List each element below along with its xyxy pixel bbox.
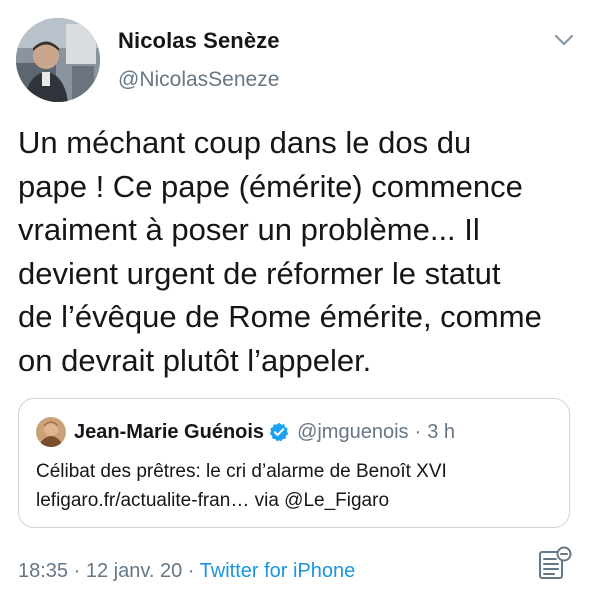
quoted-tweet[interactable]: Jean-Marie Guénois @jmguenois · 3 h Céli… [18, 398, 570, 528]
meta-separator: · [68, 560, 86, 582]
meta-separator: · [182, 560, 200, 582]
quoted-tweet-link-line: lefigaro.fr/actualite-fran… via @Le_Figa… [36, 486, 556, 515]
quoted-separator: · [414, 420, 422, 443]
author-name[interactable]: Nicolas Senèze [118, 28, 280, 54]
quoted-author-name: Jean-Marie Guénois [74, 420, 265, 443]
tweet-text: Un méchant coup dans le dos du pape ! Ce… [18, 125, 542, 378]
analytics-icon[interactable] [536, 546, 576, 582]
verified-badge-icon [269, 422, 289, 442]
quoted-author-avatar [36, 417, 66, 447]
quoted-tweet-text: Célibat des prêtres: le cri d’alarme de … [36, 457, 556, 515]
tweet-time: 18:35 [18, 560, 69, 582]
tweet-card: Nicolas Senèze @NicolasSeneze Un méchant… [0, 0, 591, 600]
author-handle[interactable]: @NicolasSeneze [118, 68, 279, 92]
tweet-date[interactable]: 12 janv. 20 [86, 560, 182, 582]
quoted-tweet-line: Célibat des prêtres: le cri d’alarme de … [36, 461, 447, 482]
quoted-author-handle: @jmguenois [297, 420, 409, 443]
quoted-tweet-via: via @Le_Figaro [249, 490, 390, 511]
chevron-down-icon[interactable] [553, 33, 575, 47]
tweet-source-link[interactable]: Twitter for iPhone [200, 560, 356, 582]
quoted-tweet-link[interactable]: lefigaro.fr/actualite-fran… [36, 490, 249, 511]
tweet-meta: 18:35 · 12 janv. 20 · Twitter for iPhone [18, 560, 355, 583]
quoted-tweet-header: Jean-Marie Guénois @jmguenois · 3 h [74, 418, 455, 446]
author-avatar[interactable] [16, 18, 100, 102]
quoted-timestamp: 3 h [427, 420, 456, 443]
